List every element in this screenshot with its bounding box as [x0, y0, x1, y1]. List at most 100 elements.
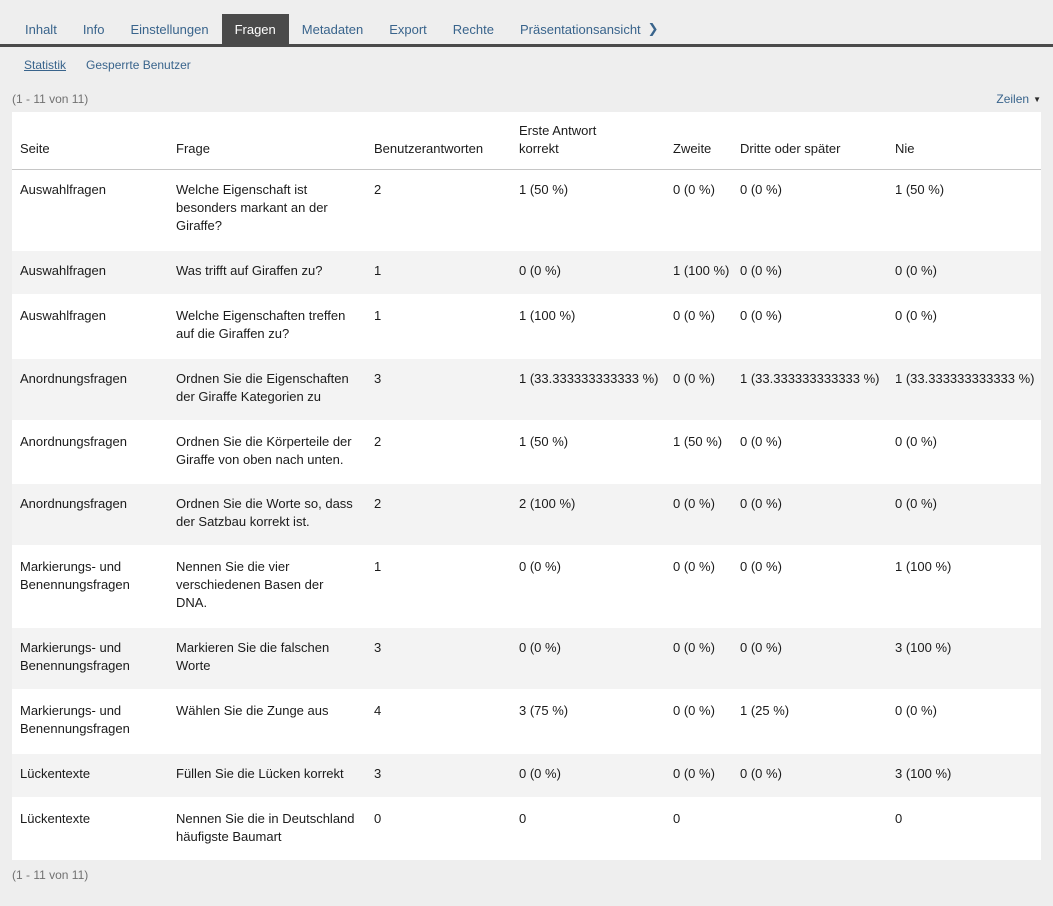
cell-nie: 3 (100 %) [887, 753, 1041, 798]
cell-dritte-oder-spaeter: 0 (0 %) [732, 421, 887, 484]
table-row: AnordnungsfragenOrdnen Sie die Worte so,… [12, 483, 1041, 546]
cell-dritte-oder-spaeter: 0 (0 %) [732, 753, 887, 798]
cell-erste-antwort-korrekt: 3 (75 %) [511, 690, 665, 753]
cell-dritte-oder-spaeter: 0 (0 %) [732, 295, 887, 358]
table-row: AnordnungsfragenOrdnen Sie die Körpertei… [12, 421, 1041, 484]
tab-einstellungen[interactable]: Einstellungen [118, 14, 222, 44]
column-header-label: Zweite [673, 141, 711, 156]
table-controls: (1 - 11 von 11) Zeilen▼ [12, 92, 1041, 106]
cell-dritte-oder-spaeter: 0 (0 %) [732, 250, 887, 295]
cell-erste-antwort-korrekt: 0 (0 %) [511, 250, 665, 295]
table-row: Markierungs- und BenennungsfragenMarkier… [12, 627, 1041, 690]
rows-dropdown-label: Zeilen [996, 92, 1029, 106]
page: InhaltInfoEinstellungen Fragen Metadaten Ex… [0, 0, 1053, 906]
cell-erste-antwort-korrekt: 0 (0 %) [511, 546, 665, 627]
column-header-label: Erste Antwort korrekt [519, 122, 619, 157]
questions-statistics-table: Seite Frage Benutzerantworten Erste Antwort… [12, 112, 1041, 860]
cell-frage: Ordnen Sie die Worte so, dass der Satzba… [168, 483, 366, 546]
column-header-label: Seite [20, 141, 50, 156]
cell-seite: Lückentexte [12, 798, 168, 860]
tab-praesentationsansicht[interactable]: Präsentationsansicht❯ [507, 14, 672, 44]
table-row: LückentexteFüllen Sie die Lücken korrekt… [12, 753, 1041, 798]
cell-dritte-oder-spaeter: 0 (0 %) [732, 170, 887, 250]
cell-benutzerantworten: 3 [366, 753, 511, 798]
cell-seite: Auswahlfragen [12, 170, 168, 250]
cell-erste-antwort-korrekt: 2 (100 %) [511, 483, 665, 546]
cell-seite: Markierungs- und Benennungsfragen [12, 690, 168, 753]
cell-erste-antwort-korrekt: 1 (100 %) [511, 295, 665, 358]
cell-seite: Anordnungsfragen [12, 483, 168, 546]
tab-inhalt[interactable]: Inhalt [12, 14, 70, 44]
tab-info[interactable]: Info [70, 14, 118, 44]
subtab-gesperrte-benutzer[interactable]: Gesperrte Benutzer [86, 58, 191, 72]
cell-frage: Ordnen Sie die Eigenschaften der Giraffe… [168, 358, 366, 421]
cell-nie: 0 (0 %) [887, 421, 1041, 484]
cell-erste-antwort-korrekt: 1 (50 %) [511, 170, 665, 250]
cell-zweite: 0 (0 %) [665, 690, 732, 753]
cell-nie: 1 (100 %) [887, 546, 1041, 627]
cell-erste-antwort-korrekt: 1 (50 %) [511, 421, 665, 484]
column-header-seite: Seite [12, 112, 168, 170]
cell-benutzerantworten: 2 [366, 170, 511, 250]
cell-seite: Anordnungsfragen [12, 421, 168, 484]
column-header-frage: Frage [168, 112, 366, 170]
table-row: Markierungs- und BenennungsfragenNennen … [12, 546, 1041, 627]
column-header-label: Nie [895, 141, 915, 156]
column-header-label: Benutzerantworten [374, 141, 483, 156]
cell-frage: Welche Eigenschaft ist besonders markant… [168, 170, 366, 250]
cell-nie: 0 (0 %) [887, 250, 1041, 295]
pagination-info-top: (1 - 11 von 11) [12, 92, 88, 106]
tab-label: Fragen [235, 22, 276, 37]
cell-zweite: 0 [665, 798, 732, 860]
cell-benutzerantworten: 2 [366, 421, 511, 484]
cell-erste-antwort-korrekt: 1 (33.333333333333 %) [511, 358, 665, 421]
cell-nie: 0 (0 %) [887, 483, 1041, 546]
column-header-nie: Nie [887, 112, 1041, 170]
cell-zweite: 0 (0 %) [665, 358, 732, 421]
tab-label: Metadaten [302, 22, 363, 37]
cell-seite: Anordnungsfragen [12, 358, 168, 421]
tab-label: Präsentationsansicht [520, 22, 641, 37]
tab-export[interactable]: Export [376, 14, 440, 44]
column-header-zweite: Zweite [665, 112, 732, 170]
cell-erste-antwort-korrekt: 0 (0 %) [511, 627, 665, 690]
column-header-label: Dritte oder später [740, 141, 840, 156]
cell-dritte-oder-spaeter: 1 (25 %) [732, 690, 887, 753]
table-row: AuswahlfragenWelche Eigenschaften treffe… [12, 295, 1041, 358]
cell-zweite: 0 (0 %) [665, 170, 732, 250]
tab-rechte[interactable]: Rechte [440, 14, 507, 44]
cell-nie: 3 (100 %) [887, 627, 1041, 690]
tab-fragen[interactable]: Fragen [222, 14, 289, 44]
cell-frage: Markieren Sie die falschen Worte [168, 627, 366, 690]
cell-zweite: 0 (0 %) [665, 753, 732, 798]
cell-frage: Wählen Sie die Zunge aus [168, 690, 366, 753]
cell-benutzerantworten: 3 [366, 358, 511, 421]
cell-frage: Welche Eigenschaften treffen auf die Gir… [168, 295, 366, 358]
cell-erste-antwort-korrekt: 0 (0 %) [511, 753, 665, 798]
column-header-label: Frage [176, 141, 210, 156]
pagination-info-bottom: (1 - 11 von 11) [12, 868, 1041, 906]
table-body: AuswahlfragenWelche Eigenschaft ist beso… [12, 170, 1041, 860]
cell-seite: Markierungs- und Benennungsfragen [12, 546, 168, 627]
cell-zweite: 1 (100 %) [665, 250, 732, 295]
cell-dritte-oder-spaeter: 0 (0 %) [732, 627, 887, 690]
cell-dritte-oder-spaeter: 0 (0 %) [732, 546, 887, 627]
table-row: AnordnungsfragenOrdnen Sie die Eigenscha… [12, 358, 1041, 421]
column-header-dritte-oder-spaeter: Dritte oder später [732, 112, 887, 170]
cell-zweite: 0 (0 %) [665, 295, 732, 358]
cell-seite: Auswahlfragen [12, 295, 168, 358]
rows-dropdown[interactable]: Zeilen▼ [996, 92, 1041, 106]
subtab-statistik[interactable]: Statistik [24, 58, 66, 72]
cell-zweite: 0 (0 %) [665, 627, 732, 690]
cell-frage: Nennen Sie die vier verschiedenen Basen … [168, 546, 366, 627]
cell-frage: Was trifft auf Giraffen zu? [168, 250, 366, 295]
cell-frage: Nennen Sie die in Deutschland häufigste … [168, 798, 366, 860]
table-row: AuswahlfragenWas trifft auf Giraffen zu?… [12, 250, 1041, 295]
cell-benutzerantworten: 1 [366, 295, 511, 358]
table-row: LückentexteNennen Sie die in Deutschland… [12, 798, 1041, 860]
cell-benutzerantworten: 0 [366, 798, 511, 860]
cell-dritte-oder-spaeter: 0 (0 %) [732, 483, 887, 546]
cell-seite: Auswahlfragen [12, 250, 168, 295]
cell-zweite: 0 (0 %) [665, 483, 732, 546]
tab-metadaten[interactable]: Metadaten [289, 14, 376, 44]
